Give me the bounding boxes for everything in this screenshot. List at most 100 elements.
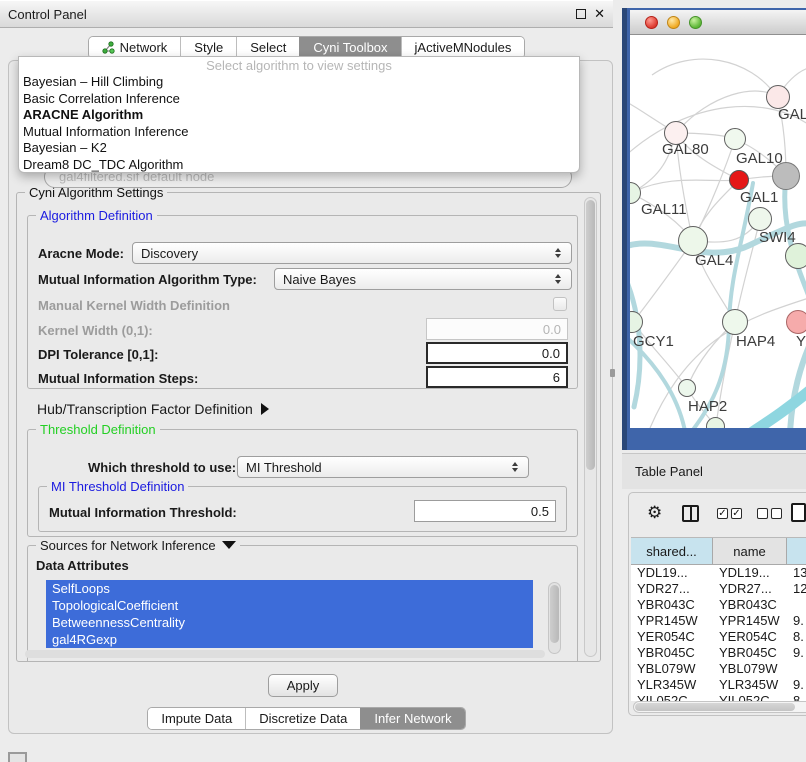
combo-stepper-icon — [555, 248, 563, 258]
unchecked-checkbox-icon — [771, 508, 782, 519]
mi-threshold-input[interactable]: 0.5 — [414, 500, 556, 522]
node-label: GAL1 — [740, 189, 778, 206]
list-item-selected[interactable]: TopologicalCoefficient — [46, 597, 533, 614]
node-gal10[interactable] — [724, 128, 746, 150]
threshold-definition-title: Threshold Definition — [36, 422, 160, 437]
tab-cyni-toolbox[interactable]: Cyni Toolbox — [299, 37, 400, 58]
sources-group: Sources for Network Inference Data Attri… — [27, 545, 578, 661]
list-item-selected[interactable]: BetweennessCentrality — [46, 614, 533, 631]
node-label: GCY1 — [633, 333, 674, 350]
cyni-algorithm-settings-group: Cyni Algorithm Settings Algorithm Defini… — [16, 192, 601, 662]
tab-style[interactable]: Style — [180, 37, 236, 58]
scrollbar-thumb[interactable] — [550, 585, 559, 643]
algorithm-option[interactable]: Bayesian – K2 — [19, 140, 579, 157]
list-item-selected[interactable]: gal4RGexp — [46, 631, 533, 648]
node-green-right[interactable] — [785, 243, 806, 269]
unchecked-checkbox-icon — [757, 508, 768, 519]
node-label: GAL — [778, 106, 806, 123]
node-label: GAL10 — [736, 150, 783, 167]
table-row[interactable]: YDR27...YDR27...12 — [631, 581, 806, 597]
tab-network-label: Network — [120, 40, 168, 55]
algorithm-option[interactable]: Mutual Information Inference — [19, 124, 579, 141]
float-window-icon[interactable] — [576, 9, 586, 19]
kernel-width-label: Kernel Width (0,1): — [38, 323, 153, 338]
column-header-partial[interactable] — [787, 538, 806, 564]
app-root: Control Panel ✕ Network Style Select Cyn… — [0, 0, 806, 762]
node-label: GAL80 — [662, 141, 709, 158]
table-row[interactable]: YBR043CYBR043C — [631, 597, 806, 613]
tab-network[interactable]: Network — [89, 37, 181, 58]
minimize-traffic-light-icon[interactable] — [667, 16, 680, 29]
table-row[interactable]: YDL19...YDL19...13 — [631, 565, 806, 581]
which-threshold-combobox[interactable]: MI Threshold — [237, 456, 529, 478]
tab-impute-data[interactable]: Impute Data — [148, 708, 245, 729]
bottom-tabbar: Impute Data Discretize Data Infer Networ… — [0, 707, 613, 730]
control-panel-title: Control Panel — [8, 7, 87, 22]
algorithm-dropdown-popup: Select algorithm to view settings Bayesi… — [18, 56, 580, 173]
node-swi4[interactable] — [748, 207, 772, 231]
gear-icon[interactable]: ⚙ — [647, 503, 662, 523]
document-icon[interactable] — [791, 503, 806, 522]
algorithm-definition-title: Algorithm Definition — [36, 208, 157, 223]
combo-stepper-icon — [512, 462, 520, 472]
table-row[interactable]: YBR045CYBR045C9. — [631, 645, 806, 661]
settings-horizontal-scrollbar[interactable] — [25, 650, 545, 658]
node-gal1[interactable] — [729, 170, 749, 190]
tab-discretize-data[interactable]: Discretize Data — [245, 708, 360, 729]
zoom-traffic-light-icon[interactable] — [689, 16, 702, 29]
algorithm-dropdown-placeholder: Select algorithm to view settings — [19, 57, 579, 74]
mi-algorithm-type-combobox[interactable]: Naive Bayes — [274, 268, 572, 290]
scrollbar-thumb[interactable] — [586, 200, 595, 470]
checked-checkbox-icon: ✓ — [731, 508, 742, 519]
tab-select[interactable]: Select — [236, 37, 299, 58]
manual-kernel-width-checkbox[interactable] — [553, 297, 567, 311]
collapsed-arrow-icon — [261, 403, 269, 415]
apply-button[interactable]: Apply — [268, 674, 338, 697]
settings-vertical-scrollbar[interactable] — [584, 197, 597, 657]
hub-section-toggle[interactable]: Hub/Transcription Factor Definition — [37, 401, 269, 417]
mi-steps-input[interactable]: 6 — [426, 366, 568, 388]
expanded-arrow-icon — [222, 541, 236, 549]
table-toolbar: ⚙ ✓ ✓ — [629, 501, 806, 531]
network-window-titlebar[interactable] — [630, 10, 806, 35]
table-row[interactable]: YBL079WYBL079W — [631, 661, 806, 677]
algorithm-option[interactable]: Bayesian – Hill Climbing — [19, 74, 579, 91]
tab-infer-network[interactable]: Infer Network — [360, 708, 464, 729]
kernel-width-input[interactable]: 0.0 — [426, 318, 568, 340]
tab-jactivemnodules[interactable]: jActiveMNodules — [401, 37, 525, 58]
list-item-selected[interactable]: SelfLoops — [46, 580, 533, 597]
table-row[interactable]: YER054CYER054C8. — [631, 629, 806, 645]
algorithm-option[interactable]: Dream8 DC_TDC Algorithm — [19, 157, 579, 174]
close-traffic-light-icon[interactable] — [645, 16, 658, 29]
select-all-columns-icon[interactable]: ✓ ✓ — [717, 508, 742, 519]
sources-group-title[interactable]: Sources for Network Inference — [36, 538, 240, 553]
node-label: HAP2 — [688, 398, 727, 415]
table-row[interactable]: YPR145WYPR145W9. — [631, 613, 806, 629]
node-hap2[interactable] — [678, 379, 696, 397]
close-icon[interactable]: ✕ — [594, 9, 605, 19]
panel-splitter-handle[interactable] — [610, 369, 615, 377]
algorithm-option[interactable]: Basic Correlation Inference — [19, 91, 579, 108]
scrollbar-thumb[interactable] — [635, 703, 795, 711]
data-attributes-list: SelfLoops TopologicalCoefficient Between… — [46, 580, 561, 656]
node-label: GAL4 — [695, 252, 733, 269]
network-view-window: GAL80 GAL GAL10 GAL1 GAL11 SWI4 GAL4 GCY… — [622, 8, 806, 450]
aracne-mode-combobox[interactable]: Discovery — [132, 242, 572, 264]
node-label: GAL11 — [641, 201, 687, 218]
columns-icon[interactable] — [682, 505, 699, 522]
table-header-row: shared... name — [631, 538, 806, 565]
list-vertical-scrollbar[interactable] — [548, 582, 561, 654]
node-hap4[interactable] — [722, 309, 748, 335]
column-header-name[interactable]: name — [713, 538, 787, 564]
node-salmon[interactable] — [786, 310, 806, 334]
unselect-all-columns-icon[interactable] — [757, 508, 782, 519]
dpi-tolerance-input[interactable]: 0.0 — [426, 342, 568, 364]
table-row[interactable]: YLR345WYLR345W9. — [631, 677, 806, 693]
algorithm-option-selected[interactable]: ARACNE Algorithm — [19, 107, 579, 124]
combo-stepper-icon — [555, 274, 563, 284]
manual-kernel-width-label: Manual Kernel Width Definition — [38, 298, 230, 313]
column-header-shared-name[interactable]: shared... — [631, 538, 713, 564]
table-horizontal-scrollbar[interactable] — [633, 701, 806, 713]
dpi-tolerance-label: DPI Tolerance [0,1]: — [38, 347, 158, 362]
network-canvas[interactable]: GAL80 GAL GAL10 GAL1 GAL11 SWI4 GAL4 GCY… — [630, 35, 806, 428]
